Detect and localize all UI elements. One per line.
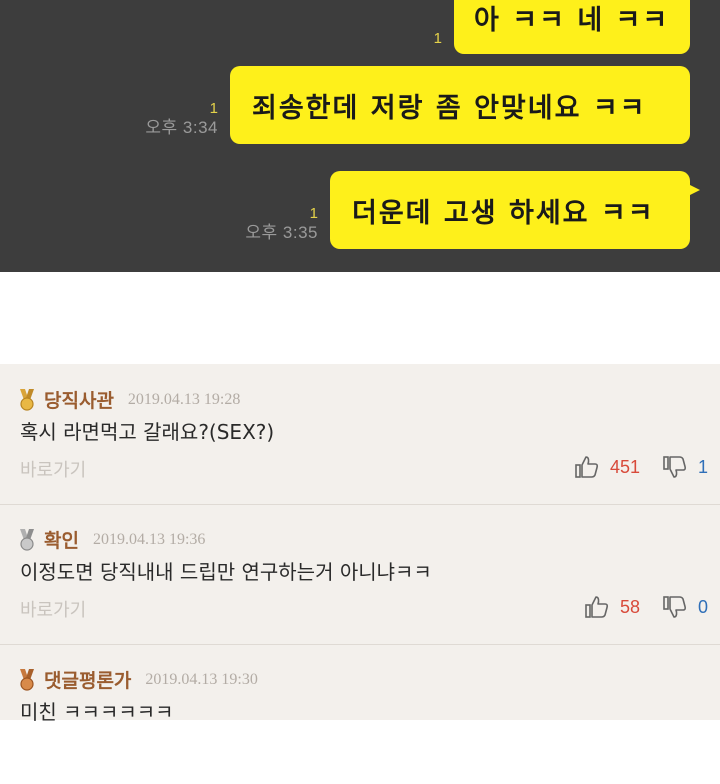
dislike-count: 1: [697, 456, 708, 477]
message-bubble: 더운데 고생 하세요 ㅋㅋ: [330, 171, 700, 249]
comment-header: 확인 2019.04.13 19:36: [18, 526, 205, 553]
message-meta: 1 오후 3:35: [245, 205, 318, 249]
chat-screenshot: 1 아 ㅋㅋ 네 ㅋㅋ 1 오후 3:34 죄송한데 저랑 좀 안맞네요 ㅋㅋ …: [0, 0, 720, 272]
comment: 댓글평론가 2019.04.13 19:30 미친 ㅋㅋㅋㅋㅋㅋ: [0, 644, 720, 784]
gold-medal-icon: [20, 388, 34, 411]
comment-date: 2019.04.13 19:30: [145, 670, 258, 688]
silver-medal-icon: [20, 528, 34, 551]
goto-link[interactable]: 바로가기: [20, 596, 86, 622]
spacer: [0, 272, 720, 364]
comment-date: 2019.04.13 19:36: [92, 530, 206, 548]
comment-text: 이정도면 당직내내 드립만 연구하는거 아니냐ㅋㅋ: [20, 560, 432, 584]
comment-header: 당직사관 2019.04.13 19:28: [18, 386, 240, 413]
comment-header: 댓글평론가 2019.04.13 19:30: [18, 666, 258, 693]
comment-text: 혹시 라면먹고 갈래요?(SEX?): [20, 420, 275, 444]
unread-count: 1: [433, 30, 442, 47]
unread-count: 1: [309, 205, 318, 222]
comment: 확인 2019.04.13 19:36 이정도면 당직내내 드립만 연구하는거 …: [0, 504, 720, 645]
thumbs-down-icon[interactable]: [662, 594, 688, 620]
like-count: 451: [609, 456, 640, 477]
comment-nickname[interactable]: 당직사관: [44, 386, 114, 413]
chat-message: 1 오후 3:34 죄송한데 저랑 좀 안맞네요 ㅋㅋ: [145, 66, 690, 144]
comment-date: 2019.04.13 19:28: [127, 390, 241, 408]
message-bubble: 아 ㅋㅋ 네 ㅋㅋ: [454, 0, 690, 54]
message-bubble: 죄송한데 저랑 좀 안맞네요 ㅋㅋ: [230, 66, 690, 144]
message-time: 오후 3:35: [245, 223, 318, 242]
thumbs-up-icon[interactable]: [584, 594, 610, 620]
comment: 당직사관 2019.04.13 19:28 혹시 라면먹고 갈래요?(SEX?)…: [0, 364, 720, 505]
message-meta: 1: [434, 30, 442, 54]
vote-controls: 58 0: [584, 594, 708, 620]
vote-controls: 451 1: [574, 454, 708, 480]
chat-message: 1 오후 3:35 더운데 고생 하세요 ㅋㅋ: [245, 171, 700, 249]
comment-list: 당직사관 2019.04.13 19:28 혹시 라면먹고 갈래요?(SEX?)…: [0, 364, 720, 724]
unread-count: 1: [209, 100, 218, 117]
message-meta: 1 오후 3:34: [145, 100, 218, 144]
comment-nickname[interactable]: 확인: [44, 526, 79, 553]
message-time: 오후 3:34: [145, 118, 218, 137]
chat-message: 1 아 ㅋㅋ 네 ㅋㅋ: [434, 0, 690, 54]
bronze-medal-icon: [20, 668, 34, 691]
like-count: 58: [619, 596, 640, 617]
comment-nickname[interactable]: 댓글평론가: [44, 666, 131, 693]
thumbs-up-icon[interactable]: [574, 454, 600, 480]
dislike-count: 0: [697, 596, 708, 617]
goto-link[interactable]: 바로가기: [20, 456, 86, 482]
thumbs-down-icon[interactable]: [662, 454, 688, 480]
comment-text: 미친 ㅋㅋㅋㅋㅋㅋ: [20, 700, 174, 724]
